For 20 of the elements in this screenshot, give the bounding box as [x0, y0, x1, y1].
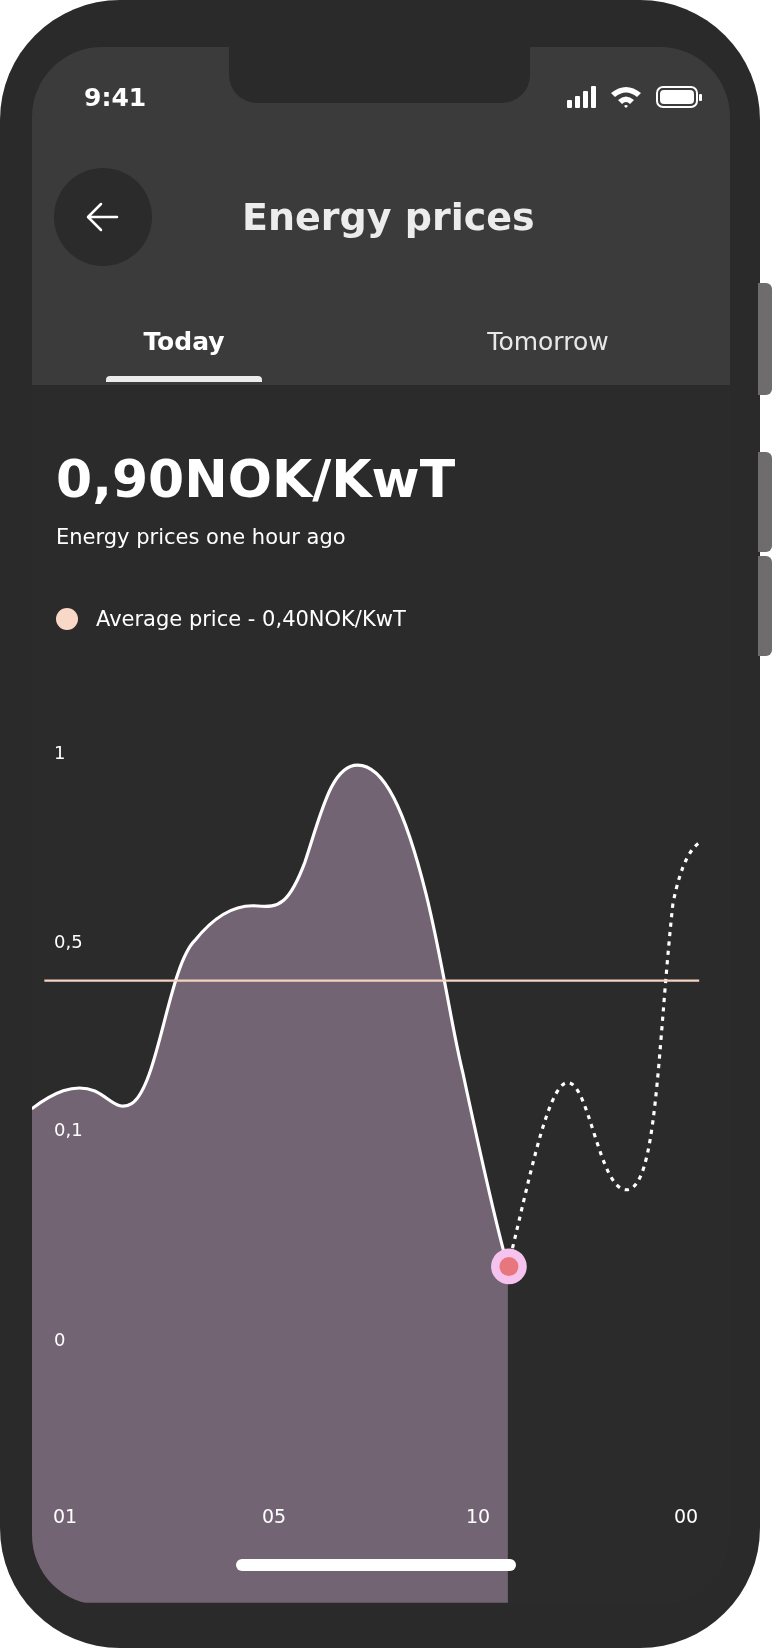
- price-value: 0,90NOK/KwT: [56, 449, 457, 509]
- x-axis-label: 01: [51, 1505, 79, 1527]
- price-caption: Energy prices one hour ago: [56, 525, 347, 549]
- legend-dot: [56, 608, 78, 630]
- signal-icon: [567, 86, 596, 108]
- tab[interactable]: Tomorrow: [448, 314, 648, 382]
- battery-icon: [656, 86, 702, 108]
- y-axis-label: 0: [54, 1329, 66, 1350]
- current-price-marker: [491, 1248, 527, 1285]
- y-axis-label: 0,5: [54, 931, 83, 952]
- y-axis-label: 1: [54, 742, 66, 763]
- wifi-icon: [611, 86, 641, 108]
- legend-label: Average price - 0,40NOK/KwT: [96, 607, 406, 631]
- tab[interactable]: Today: [106, 314, 262, 382]
- status-time: 9:41: [84, 82, 147, 112]
- x-axis-label: 10: [464, 1505, 492, 1527]
- x-axis-label: 00: [672, 1505, 700, 1527]
- y-axis-label: 0,1: [54, 1119, 83, 1140]
- x-axis-label: 05: [260, 1505, 288, 1527]
- page-title: Energy prices: [242, 195, 535, 239]
